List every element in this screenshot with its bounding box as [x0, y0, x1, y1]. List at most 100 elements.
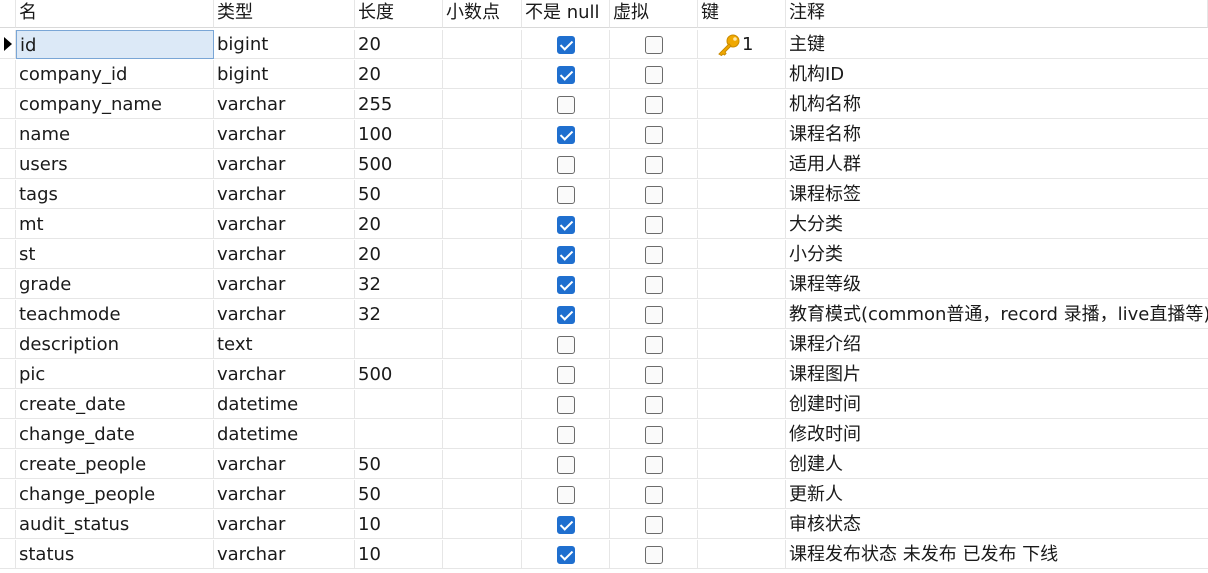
- not-null-checkbox[interactable]: [557, 366, 575, 384]
- table-row[interactable]: tags varchar 50 课程标签: [0, 180, 1208, 210]
- field-type-cell[interactable]: varchar: [214, 210, 355, 239]
- field-length-cell[interactable]: 50: [355, 450, 443, 479]
- not-null-checkbox[interactable]: [557, 156, 575, 174]
- key-cell[interactable]: 1: [698, 30, 786, 59]
- field-length-cell[interactable]: 20: [355, 60, 443, 89]
- table-row[interactable]: description text 课程介绍: [0, 330, 1208, 360]
- not-null-checkbox[interactable]: [557, 186, 575, 204]
- virtual-checkbox[interactable]: [645, 336, 663, 354]
- field-decimal-cell[interactable]: [443, 300, 522, 329]
- field-name-cell[interactable]: teachmode: [16, 300, 214, 329]
- row-indicator[interactable]: [0, 150, 16, 179]
- field-name-cell[interactable]: name: [16, 120, 214, 149]
- field-name-cell[interactable]: status: [16, 540, 214, 569]
- field-name-cell[interactable]: st: [16, 240, 214, 269]
- field-length-cell[interactable]: 10: [355, 510, 443, 539]
- key-cell[interactable]: [698, 90, 786, 119]
- field-type-cell[interactable]: varchar: [214, 150, 355, 179]
- not-null-checkbox[interactable]: [557, 426, 575, 444]
- field-comment-cell[interactable]: 课程标签: [786, 180, 1208, 209]
- virtual-checkbox[interactable]: [645, 36, 663, 54]
- field-length-cell[interactable]: 20: [355, 240, 443, 269]
- field-length-cell[interactable]: 50: [355, 180, 443, 209]
- field-length-cell[interactable]: 500: [355, 150, 443, 179]
- field-decimal-cell[interactable]: [443, 90, 522, 119]
- field-type-cell[interactable]: text: [214, 330, 355, 359]
- column-header-name[interactable]: 名: [16, 0, 214, 28]
- field-name-cell[interactable]: description: [16, 330, 214, 359]
- field-type-cell[interactable]: varchar: [214, 90, 355, 119]
- field-name-cell[interactable]: change_people: [16, 480, 214, 509]
- field-length-cell[interactable]: 32: [355, 300, 443, 329]
- key-cell[interactable]: [698, 240, 786, 269]
- virtual-checkbox[interactable]: [645, 276, 663, 294]
- virtual-checkbox[interactable]: [645, 156, 663, 174]
- field-comment-cell[interactable]: 创建人: [786, 450, 1208, 479]
- field-name-cell[interactable]: create_date: [16, 390, 214, 419]
- field-length-cell[interactable]: [355, 330, 443, 359]
- field-comment-cell[interactable]: 课程发布状态 未发布 已发布 下线: [786, 540, 1208, 569]
- field-decimal-cell[interactable]: [443, 390, 522, 419]
- row-indicator[interactable]: [0, 420, 16, 449]
- row-indicator[interactable]: [0, 330, 16, 359]
- table-row[interactable]: grade varchar 32 课程等级: [0, 270, 1208, 300]
- virtual-checkbox[interactable]: [645, 246, 663, 264]
- field-length-cell[interactable]: 10: [355, 540, 443, 569]
- field-comment-cell[interactable]: 教育模式(common普通，record 录播，live直播等): [786, 300, 1208, 329]
- field-comment-cell[interactable]: 机构ID: [786, 60, 1208, 89]
- row-indicator[interactable]: [0, 60, 16, 89]
- virtual-checkbox[interactable]: [645, 366, 663, 384]
- field-length-cell[interactable]: 500: [355, 360, 443, 389]
- key-cell[interactable]: [698, 210, 786, 239]
- not-null-checkbox[interactable]: [557, 516, 575, 534]
- field-comment-cell[interactable]: 审核状态: [786, 510, 1208, 539]
- field-length-cell[interactable]: 20: [355, 210, 443, 239]
- field-type-cell[interactable]: bigint: [214, 60, 355, 89]
- field-name-cell[interactable]: pic: [16, 360, 214, 389]
- table-row[interactable]: status varchar 10 课程发布状态 未发布 已发布 下线: [0, 540, 1208, 570]
- table-row[interactable]: audit_status varchar 10 审核状态: [0, 510, 1208, 540]
- field-type-cell[interactable]: varchar: [214, 510, 355, 539]
- row-indicator[interactable]: [0, 90, 16, 119]
- field-type-cell[interactable]: varchar: [214, 270, 355, 299]
- key-cell[interactable]: [698, 510, 786, 539]
- field-comment-cell[interactable]: 更新人: [786, 480, 1208, 509]
- field-decimal-cell[interactable]: [443, 210, 522, 239]
- field-decimal-cell[interactable]: [443, 30, 522, 59]
- field-comment-cell[interactable]: 课程名称: [786, 120, 1208, 149]
- field-comment-cell[interactable]: 大分类: [786, 210, 1208, 239]
- not-null-checkbox[interactable]: [557, 276, 575, 294]
- field-decimal-cell[interactable]: [443, 150, 522, 179]
- field-decimal-cell[interactable]: [443, 480, 522, 509]
- table-row[interactable]: teachmode varchar 32 教育模式(common普通，record 录…: [0, 300, 1208, 330]
- table-row[interactable]: pic varchar 500 课程图片: [0, 360, 1208, 390]
- field-length-cell[interactable]: 50: [355, 480, 443, 509]
- key-cell[interactable]: [698, 360, 786, 389]
- not-null-checkbox[interactable]: [557, 336, 575, 354]
- field-comment-cell[interactable]: 适用人群: [786, 150, 1208, 179]
- key-cell[interactable]: [698, 450, 786, 479]
- not-null-checkbox[interactable]: [557, 306, 575, 324]
- field-decimal-cell[interactable]: [443, 270, 522, 299]
- field-decimal-cell[interactable]: [443, 120, 522, 149]
- field-decimal-cell[interactable]: [443, 330, 522, 359]
- field-length-cell[interactable]: 20: [355, 30, 443, 59]
- column-header-virtual[interactable]: 虚拟: [610, 0, 698, 28]
- column-header-type[interactable]: 类型: [214, 0, 355, 28]
- not-null-checkbox[interactable]: [557, 66, 575, 84]
- row-indicator[interactable]: [0, 510, 16, 539]
- column-header-comment[interactable]: 注释: [786, 0, 1208, 28]
- field-length-cell[interactable]: 32: [355, 270, 443, 299]
- table-row[interactable]: users varchar 500 适用人群: [0, 150, 1208, 180]
- field-decimal-cell[interactable]: [443, 510, 522, 539]
- not-null-checkbox[interactable]: [557, 546, 575, 564]
- row-indicator[interactable]: [0, 450, 16, 479]
- field-comment-cell[interactable]: 课程介绍: [786, 330, 1208, 359]
- row-indicator[interactable]: [0, 30, 16, 59]
- virtual-checkbox[interactable]: [645, 216, 663, 234]
- row-indicator[interactable]: [0, 240, 16, 269]
- field-name-cell[interactable]: grade: [16, 270, 214, 299]
- virtual-checkbox[interactable]: [645, 96, 663, 114]
- not-null-checkbox[interactable]: [557, 246, 575, 264]
- virtual-checkbox[interactable]: [645, 426, 663, 444]
